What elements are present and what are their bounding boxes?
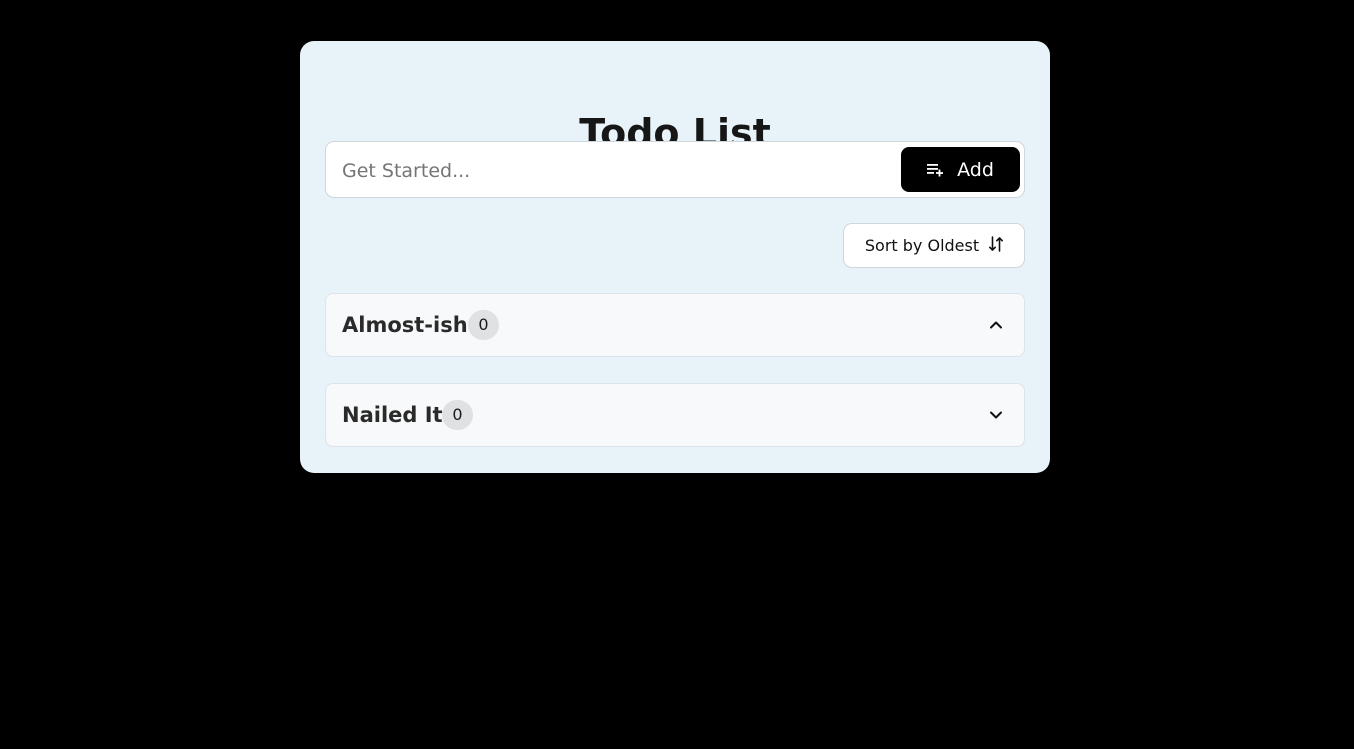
section-almost-ish[interactable]: Almost-ish 0 bbox=[325, 293, 1025, 357]
section-title: Nailed It bbox=[342, 403, 443, 427]
todo-input-row: Add bbox=[325, 141, 1025, 198]
todo-input[interactable] bbox=[340, 150, 884, 191]
sort-button[interactable]: Sort by Oldest bbox=[843, 223, 1025, 268]
add-button[interactable]: Add bbox=[901, 147, 1020, 192]
chevron-up-icon[interactable] bbox=[987, 316, 1005, 334]
count-badge: 0 bbox=[442, 400, 473, 430]
playlist-add-icon bbox=[927, 163, 945, 177]
chevron-down-icon[interactable] bbox=[987, 406, 1005, 424]
sort-arrows-icon bbox=[989, 235, 1004, 256]
sort-button-label: Sort by Oldest bbox=[864, 236, 980, 255]
section-nailed-it[interactable]: Nailed It 0 bbox=[325, 383, 1025, 447]
count-badge: 0 bbox=[468, 310, 499, 340]
add-button-label: Add bbox=[957, 158, 994, 181]
section-title: Almost-ish bbox=[342, 313, 468, 337]
